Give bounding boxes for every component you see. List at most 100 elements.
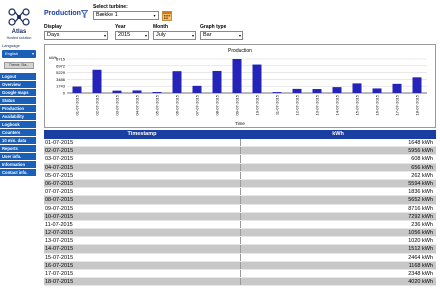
- table-row: 10-07-2015 7292 kWh: [44, 212, 436, 221]
- filter-icon[interactable]: [81, 10, 88, 18]
- cell-kwh: 1836 kWh: [408, 189, 433, 196]
- sidebar-item-reports[interactable]: Reports: [0, 145, 36, 152]
- chart-xtick-label: 08-07-2015: [215, 94, 220, 115]
- chart-ytick-label: 0: [63, 91, 66, 96]
- chart-ytick-label: 3486: [56, 77, 66, 82]
- chart-xtick-label: 17-07-2015: [395, 94, 400, 115]
- table-row: 05-07-2015 262 kWh: [44, 171, 436, 180]
- calendar-icon[interactable]: [162, 10, 172, 21]
- chart-ytick-label: 6972: [56, 63, 66, 68]
- chevron-down-icon: ▾: [191, 33, 194, 38]
- cell-kwh: 1020 kWh: [408, 238, 433, 245]
- sidebar-item-10min-data[interactable]: 10 min. data: [0, 137, 36, 144]
- language-select[interactable]: English ▾: [2, 50, 36, 58]
- turbine-select[interactable]: Bække 1 ▾: [93, 11, 159, 20]
- chart-xtick-label: 10-07-2015: [255, 94, 260, 115]
- sidebar-item-counters[interactable]: Counters: [0, 129, 36, 136]
- chevron-down-icon: ▾: [103, 33, 106, 38]
- column-divider: [240, 196, 241, 204]
- graph-type-value: Bar: [203, 32, 212, 38]
- month-select[interactable]: July ▾: [153, 31, 196, 40]
- cell-kwh: 236 kWh: [411, 221, 433, 228]
- chart-bar[interactable]: [372, 88, 382, 93]
- chart-bar[interactable]: [192, 85, 202, 93]
- chart-xtick-label: 05-07-2015: [155, 94, 160, 115]
- chart-bar[interactable]: [272, 92, 282, 93]
- chart-bar[interactable]: [332, 87, 342, 93]
- chart-bar[interactable]: [412, 77, 422, 93]
- display-label: Display: [44, 24, 62, 30]
- column-header-timestamp[interactable]: Timestamp: [44, 130, 240, 139]
- chart-bar[interactable]: [312, 89, 322, 93]
- sidebar-item-user-info[interactable]: User info.: [0, 153, 36, 160]
- cell-kwh: 2464 kWh: [408, 254, 433, 261]
- column-divider: [240, 253, 241, 261]
- table-row: 16-07-2015 1168 kWh: [44, 261, 436, 270]
- column-header-kwh[interactable]: kWh: [240, 130, 436, 139]
- chevron-down-icon: ▾: [144, 33, 147, 38]
- page-title: Production: [44, 10, 81, 17]
- cell-kwh: 1512 kWh: [408, 246, 433, 253]
- chart-bar[interactable]: [232, 58, 242, 93]
- graph-type-select[interactable]: Bar ▾: [200, 31, 243, 40]
- cell-kwh: 1648 kWh: [408, 140, 433, 146]
- sidebar: Atlas Hosted solution Language English ▾…: [0, 0, 38, 300]
- chart-xtick-label: 04-07-2015: [135, 94, 140, 115]
- chevron-down-icon: ▾: [31, 51, 34, 56]
- brand-name: Atlas: [11, 29, 27, 35]
- column-divider: [240, 261, 241, 269]
- app-root: Atlas Hosted solution Language English ▾…: [0, 0, 440, 300]
- sidebar-item-google-maps[interactable]: Google maps: [0, 89, 36, 96]
- chart-xtick-label: 16-07-2015: [375, 94, 380, 115]
- theme-button[interactable]: Theme: Sta...: [4, 62, 34, 69]
- column-divider: [240, 179, 241, 188]
- cell-timestamp: 04-07-2015: [45, 164, 74, 171]
- cell-timestamp: 10-07-2015: [45, 213, 74, 220]
- cell-timestamp: 05-07-2015: [45, 172, 74, 179]
- chart-xtick-label: 12-07-2015: [295, 94, 300, 115]
- chevron-down-icon: ▾: [238, 33, 241, 38]
- sidebar-item-availability[interactable]: Availability: [0, 113, 36, 120]
- column-divider: [240, 171, 241, 179]
- column-divider: [240, 188, 241, 196]
- column-divider: [240, 163, 241, 171]
- sidebar-item-status[interactable]: Status: [0, 97, 36, 104]
- chart-ytick-label: 8715: [56, 57, 66, 62]
- chart-bar[interactable]: [352, 83, 362, 93]
- chart-bar[interactable]: [212, 70, 222, 93]
- column-divider: [240, 147, 241, 155]
- sidebar-nav: Logout Overview Google maps Status Produ…: [0, 73, 38, 177]
- chart-bar[interactable]: [72, 86, 82, 93]
- sidebar-item-overview[interactable]: Overview: [0, 81, 36, 88]
- cell-timestamp: 07-07-2015: [45, 189, 74, 196]
- chart-xtick-label: 07-07-2015: [195, 94, 200, 115]
- year-select[interactable]: 2015 ▾: [115, 31, 149, 40]
- cell-timestamp: 01-07-2015: [45, 140, 74, 146]
- table-row: 14-07-2015 1512 kWh: [44, 245, 436, 254]
- table-row: 15-07-2015 2464 kWh: [44, 253, 436, 262]
- chart-bar[interactable]: [112, 90, 122, 93]
- chart-bar[interactable]: [92, 69, 102, 93]
- sidebar-item-information[interactable]: Information: [0, 161, 36, 168]
- table-row: 01-07-2015 1648 kWh: [44, 139, 436, 148]
- table-row: 02-07-2015 5956 kWh: [44, 147, 436, 156]
- chart-bar[interactable]: [392, 83, 402, 93]
- column-divider: [240, 220, 241, 229]
- chart-bar[interactable]: [172, 71, 182, 93]
- display-select[interactable]: Days ▾: [44, 31, 108, 40]
- table-row: 13-07-2015 1020 kWh: [44, 237, 436, 246]
- chart-bar[interactable]: [132, 90, 142, 93]
- turbine-label: Select turbine:: [93, 4, 128, 10]
- sidebar-item-logout[interactable]: Logout: [0, 73, 36, 80]
- sidebar-item-logbook[interactable]: Logbook: [0, 121, 36, 128]
- sidebar-item-contact-info[interactable]: Contact info.: [0, 169, 36, 176]
- table-body: 01-07-2015 1648 kWh 02-07-2015 5956 kWh 03-0…: [44, 139, 436, 287]
- chart-bar[interactable]: [252, 64, 262, 93]
- sidebar-item-production[interactable]: Production: [0, 105, 36, 112]
- chart-bar[interactable]: [292, 88, 302, 93]
- chart-ytick-label: 5229: [56, 70, 66, 75]
- chart-bar[interactable]: [152, 91, 162, 93]
- chart-grid: [67, 58, 427, 94]
- column-divider: [240, 212, 241, 220]
- cell-kwh: 1168 kWh: [408, 262, 433, 269]
